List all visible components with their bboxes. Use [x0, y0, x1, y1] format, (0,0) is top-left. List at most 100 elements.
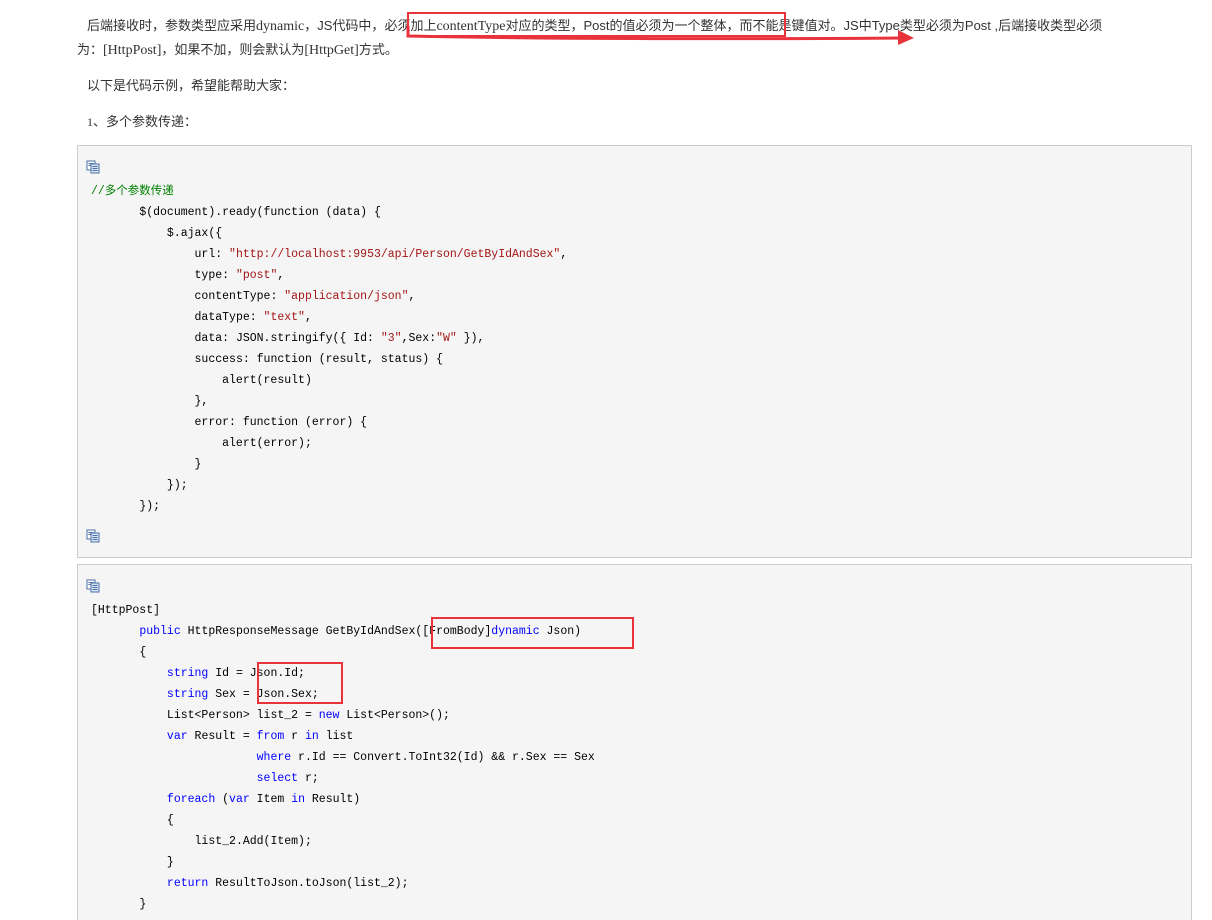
- section-title: 、多个参数传递：: [93, 114, 198, 129]
- code-text: r: [284, 730, 305, 743]
- code-block-csharp: [HttpPost] public HttpResponseMessage Ge…: [77, 564, 1192, 920]
- code-line: var Result = from r in list: [91, 730, 353, 743]
- code-line: contentType: "application/json",: [91, 290, 416, 303]
- code-text: [HttpPost]: [91, 604, 161, 617]
- code-text: Sex = Json.Sex;: [208, 688, 319, 701]
- copy-code-icon[interactable]: [86, 529, 100, 543]
- code-line: });: [91, 500, 160, 513]
- code-keyword: new: [318, 709, 340, 722]
- code-line: type: "post",: [91, 269, 285, 282]
- code-text: alert(result): [222, 374, 312, 387]
- code-keyword: in: [304, 730, 319, 743]
- code-line: dataType: "text",: [91, 311, 312, 324]
- code-line: success: function (result, status) {: [91, 353, 443, 366]
- intro-text: ，如果不加，则会默认为: [161, 42, 305, 57]
- intro-text: JS: [843, 18, 859, 33]
- code-text: ResultToJson.toJson(list_2);: [208, 877, 409, 890]
- code-text: contentType:: [194, 290, 285, 303]
- code-line: }: [91, 856, 174, 869]
- code-line: {: [91, 646, 146, 659]
- code-text: error: function (error) {: [194, 416, 368, 429]
- code-line: alert(result): [91, 374, 312, 387]
- intro-line-2: 为：[HttpPost]，如果不加，则会默认为[HttpGet]方式。: [77, 38, 398, 63]
- code-line: },: [91, 395, 209, 408]
- code-line: }: [91, 458, 202, 471]
- intro-text: 中: [858, 18, 872, 33]
- code-line: public HttpResponseMessage GetByIdAndSex…: [91, 625, 581, 638]
- code-keyword: string: [166, 667, 209, 680]
- code-string: "W": [436, 332, 457, 345]
- code-keyword: in: [291, 793, 305, 806]
- code-line: string Sex = Json.Sex;: [91, 688, 319, 701]
- code-text: List<Person>();: [339, 709, 450, 722]
- code-text: Item: [249, 793, 292, 806]
- code-text: $(document).ready(function (data) {: [139, 206, 381, 219]
- intro-text: ，而不能是键值对。: [726, 18, 844, 33]
- code-text: r;: [298, 772, 319, 785]
- code-line: $(document).ready(function (data) {: [91, 206, 381, 219]
- intro-text: 为：: [77, 42, 104, 57]
- code-keyword: from: [256, 730, 285, 743]
- code-text: }: [166, 856, 174, 869]
- code-keyword: public: [139, 625, 181, 638]
- section-heading: 1、多个参数传递：: [87, 110, 197, 134]
- code-text: r.Id == Convert.ToInt32(Id) && r.Sex == …: [291, 751, 595, 764]
- code-line: });: [91, 479, 188, 492]
- intro-text: Post: [583, 18, 610, 33]
- code-text: [FromBody]: [422, 625, 492, 638]
- copy-code-icon[interactable]: [86, 579, 100, 593]
- code-keyword: var: [229, 793, 250, 806]
- code-string: "post": [235, 269, 278, 282]
- code-line: url: "http://localhost:9953/api/Person/G…: [91, 248, 568, 261]
- code-text: Json): [539, 625, 582, 638]
- code-text: List<Person> list_2 =: [166, 709, 319, 722]
- code-text: {: [166, 814, 174, 827]
- code-text: });: [166, 479, 188, 492]
- code-text: }),: [456, 332, 485, 345]
- intro-text: 方式。: [358, 42, 398, 57]
- code-line: string Id = Json.Id;: [91, 667, 305, 680]
- code-text: ,: [277, 269, 285, 282]
- code-block-js: //多个参数传递 $(document).ready(function (dat…: [77, 145, 1192, 558]
- intro-line-1: 后端接收时，参数类型应采用dynamic，JS代码中，必须加上contentTy…: [87, 14, 1102, 39]
- code-line: $.ajax({: [91, 227, 222, 240]
- intro-text: 后端接收时，参数类型应采用: [87, 18, 257, 33]
- code-text: }: [139, 898, 147, 911]
- code-text: type:: [194, 269, 236, 282]
- code-text: list: [318, 730, 354, 743]
- code-comment: //多个参数传递: [91, 185, 174, 198]
- code-text: },: [194, 395, 209, 408]
- code-text: ,Sex:: [401, 332, 437, 345]
- code-keyword: dynamic: [491, 625, 540, 638]
- copy-code-icon[interactable]: [86, 160, 100, 174]
- intro-text: 对应的类型，: [505, 18, 584, 33]
- intro-text: 的值必须为一个整体: [609, 18, 727, 33]
- code-string: "3": [380, 332, 402, 345]
- code-keyword: string: [166, 688, 209, 701]
- code-text: $.ajax({: [166, 227, 223, 240]
- code-text: });: [139, 500, 161, 513]
- intro-text: [HttpGet]: [304, 43, 359, 58]
- intro-text: 类型必须为: [899, 18, 965, 33]
- code-keyword: select: [256, 772, 299, 785]
- intro-text: Type: [871, 18, 900, 33]
- intro-text: ,后端接收类型必须: [990, 18, 1103, 33]
- code-string: "application/json": [284, 290, 409, 303]
- csharp-source: [HttpPost] public HttpResponseMessage Ge…: [91, 600, 595, 915]
- intro-text: 必须加上: [384, 18, 437, 33]
- code-text: ,: [304, 311, 312, 324]
- code-text: ,: [408, 290, 416, 303]
- code-line: alert(error);: [91, 437, 312, 450]
- code-text: HttpResponseMessage GetByIdAndSex(: [180, 625, 423, 638]
- code-string: "text": [263, 311, 305, 324]
- code-text: list_2.Add(Item);: [194, 835, 312, 848]
- code-line: }: [91, 898, 146, 911]
- code-text: success: function (result, status) {: [194, 353, 443, 366]
- code-text: Id = Json.Id;: [208, 667, 305, 680]
- code-text: Result): [305, 793, 361, 806]
- code-text: url:: [194, 248, 230, 261]
- code-text: dataType:: [194, 311, 264, 324]
- code-line: where r.Id == Convert.ToInt32(Id) && r.S…: [91, 751, 595, 764]
- code-text: }: [194, 458, 202, 471]
- code-line: error: function (error) {: [91, 416, 368, 429]
